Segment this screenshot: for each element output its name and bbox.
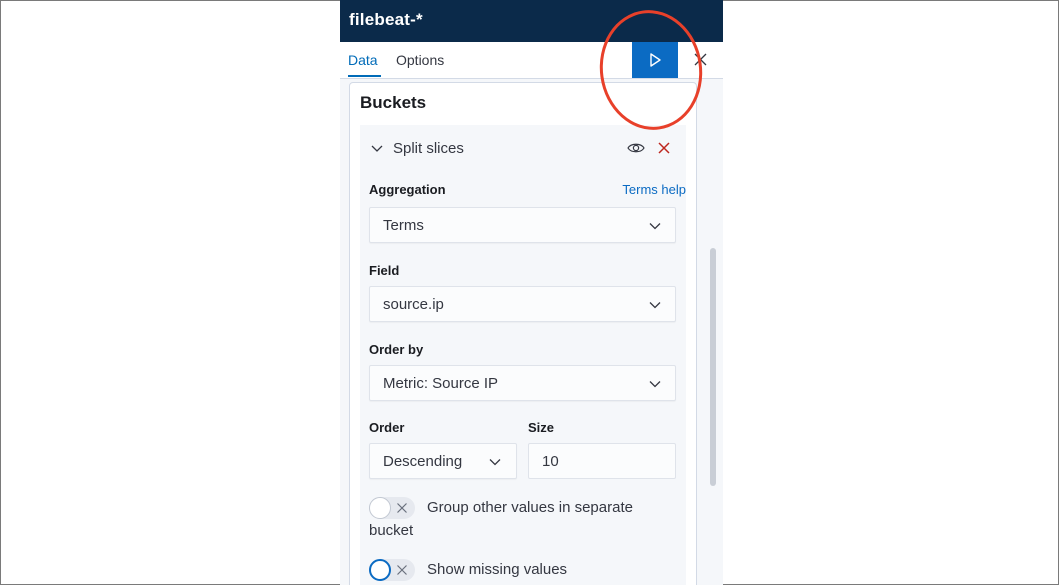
- chevron-down-icon: [649, 381, 661, 388]
- cross-icon: [397, 565, 407, 575]
- remove-aggregation-button[interactable]: [654, 138, 674, 158]
- order-value: Descending: [383, 453, 463, 470]
- order-by-select[interactable]: Metric: Source IP: [369, 365, 676, 401]
- switch-knob: [369, 559, 391, 581]
- switch-knob: [369, 497, 391, 519]
- field-value: source.ip: [383, 296, 444, 313]
- size-value: 10: [542, 453, 559, 470]
- cross-icon: [397, 503, 407, 513]
- accordion-toggle[interactable]: [368, 139, 386, 157]
- toggle-aggregation-button[interactable]: [626, 138, 646, 158]
- group-other-switch[interactable]: [369, 497, 415, 519]
- terms-help-link[interactable]: Terms help: [622, 182, 686, 197]
- order-select[interactable]: Descending: [369, 443, 517, 479]
- chevron-down-icon: [649, 302, 661, 309]
- panel-scrollbar[interactable]: [710, 248, 716, 486]
- show-missing-label[interactable]: Show missing values: [427, 559, 567, 581]
- index-pattern-title: filebeat-*: [349, 10, 423, 29]
- chevron-down-icon: [649, 223, 661, 230]
- cross-icon: [658, 142, 670, 154]
- split-slices-aggregation: Split slices Aggregation Terms help Term…: [360, 125, 686, 585]
- show-missing-switch[interactable]: [369, 559, 415, 581]
- order-label: Order: [369, 420, 405, 435]
- field-label: Field: [369, 263, 400, 278]
- size-label: Size: [528, 420, 555, 435]
- aggregation-select[interactable]: Terms: [369, 207, 676, 243]
- active-tab-indicator: [348, 75, 381, 77]
- buckets-title: Buckets: [360, 93, 427, 112]
- buckets-panel: Buckets Split slices Aggregation Terms h…: [349, 82, 697, 585]
- order-by-value: Metric: Source IP: [383, 375, 499, 392]
- aggregation-value: Terms: [383, 217, 424, 234]
- tab-data[interactable]: Data: [348, 52, 378, 68]
- order-by-label: Order by: [369, 342, 424, 357]
- group-other-label[interactable]: Group other values in separate: [427, 497, 633, 519]
- size-input[interactable]: 10: [528, 443, 676, 479]
- eye-icon: [627, 143, 645, 153]
- field-select[interactable]: source.ip: [369, 286, 676, 322]
- group-other-label-continued[interactable]: bucket: [369, 520, 413, 542]
- tab-options[interactable]: Options: [396, 52, 444, 68]
- aggregation-title[interactable]: Split slices: [393, 140, 464, 157]
- chevron-down-icon: [489, 459, 501, 466]
- aggregation-label: Aggregation: [369, 182, 446, 197]
- chevron-down-icon: [371, 145, 383, 152]
